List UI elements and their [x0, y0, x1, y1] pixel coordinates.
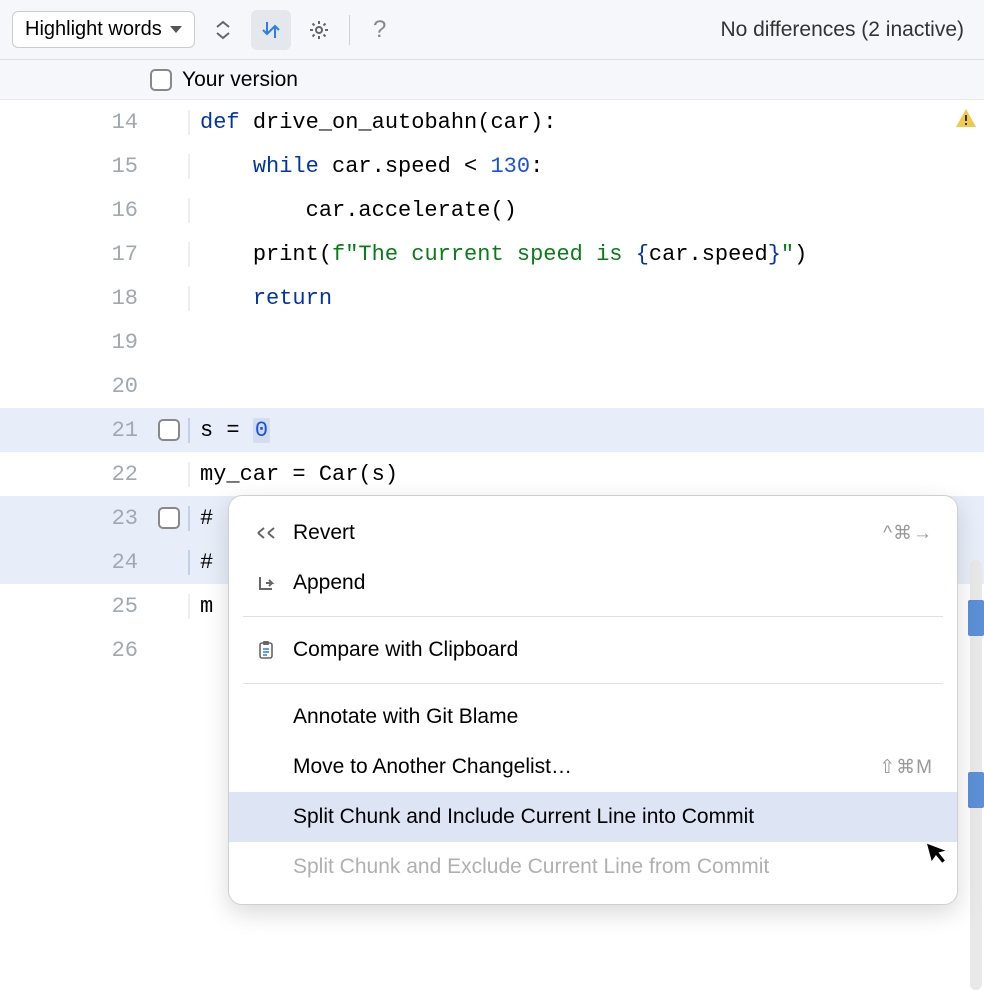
- menu-item-split-chunk-and-include-current-line-into-commit[interactable]: Split Chunk and Include Current Line int…: [229, 792, 957, 842]
- code-line[interactable]: 19: [0, 320, 984, 364]
- highlight-mode-label: Highlight words: [25, 18, 162, 41]
- menu-item-label: Append: [293, 571, 933, 595]
- code-line[interactable]: 16 car.accelerate(): [0, 188, 984, 232]
- line-number: 17: [0, 242, 150, 267]
- menu-item-label: Split Chunk and Exclude Current Line fro…: [293, 855, 933, 879]
- code-line[interactable]: 20: [0, 364, 984, 408]
- line-number: 20: [0, 374, 150, 399]
- line-number: 22: [0, 462, 150, 487]
- toolbar-separator: [349, 15, 350, 45]
- code-content[interactable]: s = 0: [188, 418, 984, 443]
- code-content[interactable]: print(f"The current speed is {car.speed}…: [188, 242, 984, 267]
- append-icon: [253, 574, 279, 592]
- version-label: Your version: [182, 68, 298, 92]
- code-line[interactable]: 17 print(f"The current speed is {car.spe…: [0, 232, 984, 276]
- menu-item-shortcut: ^⌘→: [883, 522, 933, 545]
- line-number: 21: [0, 418, 150, 443]
- warning-icon[interactable]: [954, 106, 978, 130]
- collapse-icon[interactable]: [203, 10, 243, 50]
- line-number: 15: [0, 154, 150, 179]
- gear-icon[interactable]: [299, 10, 339, 50]
- chevron-down-icon: [170, 26, 182, 33]
- version-bar: Your version: [0, 60, 984, 100]
- highlight-mode-dropdown[interactable]: Highlight words: [12, 11, 195, 48]
- code-line[interactable]: 18 return: [0, 276, 984, 320]
- code-line[interactable]: 14 def drive_on_autobahn(car):: [0, 100, 984, 144]
- scrollbar-marker: [968, 772, 984, 808]
- include-line-checkbox[interactable]: [158, 507, 180, 529]
- code-content[interactable]: my_car = Car(s): [188, 462, 984, 487]
- line-number: 18: [0, 286, 150, 311]
- diff-status: No differences (2 inactive): [720, 18, 972, 42]
- line-number: 19: [0, 330, 150, 355]
- line-number: 16: [0, 198, 150, 223]
- version-checkbox[interactable]: [150, 69, 172, 91]
- sync-scroll-icon[interactable]: [251, 10, 291, 50]
- code-line[interactable]: 21 s = 0: [0, 408, 984, 452]
- menu-separator: [243, 683, 943, 684]
- clipboard-icon: [253, 640, 279, 660]
- help-icon[interactable]: ?: [360, 10, 400, 50]
- context-menu: Revert ^⌘→ Append Compare with Clipboard Ann…: [228, 495, 958, 905]
- line-number: 24: [0, 550, 150, 575]
- code-line[interactable]: 15 while car.speed < 130:: [0, 144, 984, 188]
- menu-item-append[interactable]: Append: [229, 558, 957, 608]
- menu-item-label: Move to Another Changelist…: [293, 755, 865, 779]
- menu-item-annotate-with-git-blame[interactable]: Annotate with Git Blame: [229, 692, 957, 742]
- menu-item-shortcut: ⇧⌘M: [879, 756, 933, 779]
- line-number: 14: [0, 110, 150, 135]
- menu-separator: [243, 616, 943, 617]
- scrollbar-marker: [968, 600, 984, 636]
- line-number: 26: [0, 638, 150, 663]
- menu-item-label: Compare with Clipboard: [293, 638, 933, 662]
- code-content[interactable]: return: [188, 286, 984, 311]
- menu-item-compare-with-clipboard[interactable]: Compare with Clipboard: [229, 625, 957, 675]
- line-number: 23: [0, 506, 150, 531]
- menu-item-move-to-another-changelist[interactable]: Move to Another Changelist… ⇧⌘M: [229, 742, 957, 792]
- code-content[interactable]: car.accelerate(): [188, 198, 984, 223]
- menu-item-label: Revert: [293, 521, 869, 545]
- menu-item-label: Split Chunk and Include Current Line int…: [293, 805, 933, 829]
- line-checkbox-slot: [150, 419, 188, 441]
- line-number: 25: [0, 594, 150, 619]
- menu-item-split-chunk-and-exclude-current-line-from-commit: Split Chunk and Exclude Current Line fro…: [229, 842, 957, 892]
- code-line[interactable]: 22 my_car = Car(s): [0, 452, 984, 496]
- revert-icon: [253, 525, 279, 541]
- include-line-checkbox[interactable]: [158, 419, 180, 441]
- menu-item-label: Annotate with Git Blame: [293, 705, 933, 729]
- menu-item-revert[interactable]: Revert ^⌘→: [229, 508, 957, 558]
- line-checkbox-slot: [150, 507, 188, 529]
- diff-toolbar: Highlight words ? No differences (2 inac…: [0, 0, 984, 60]
- code-content[interactable]: while car.speed < 130:: [188, 154, 984, 179]
- code-content[interactable]: def drive_on_autobahn(car):: [188, 110, 984, 135]
